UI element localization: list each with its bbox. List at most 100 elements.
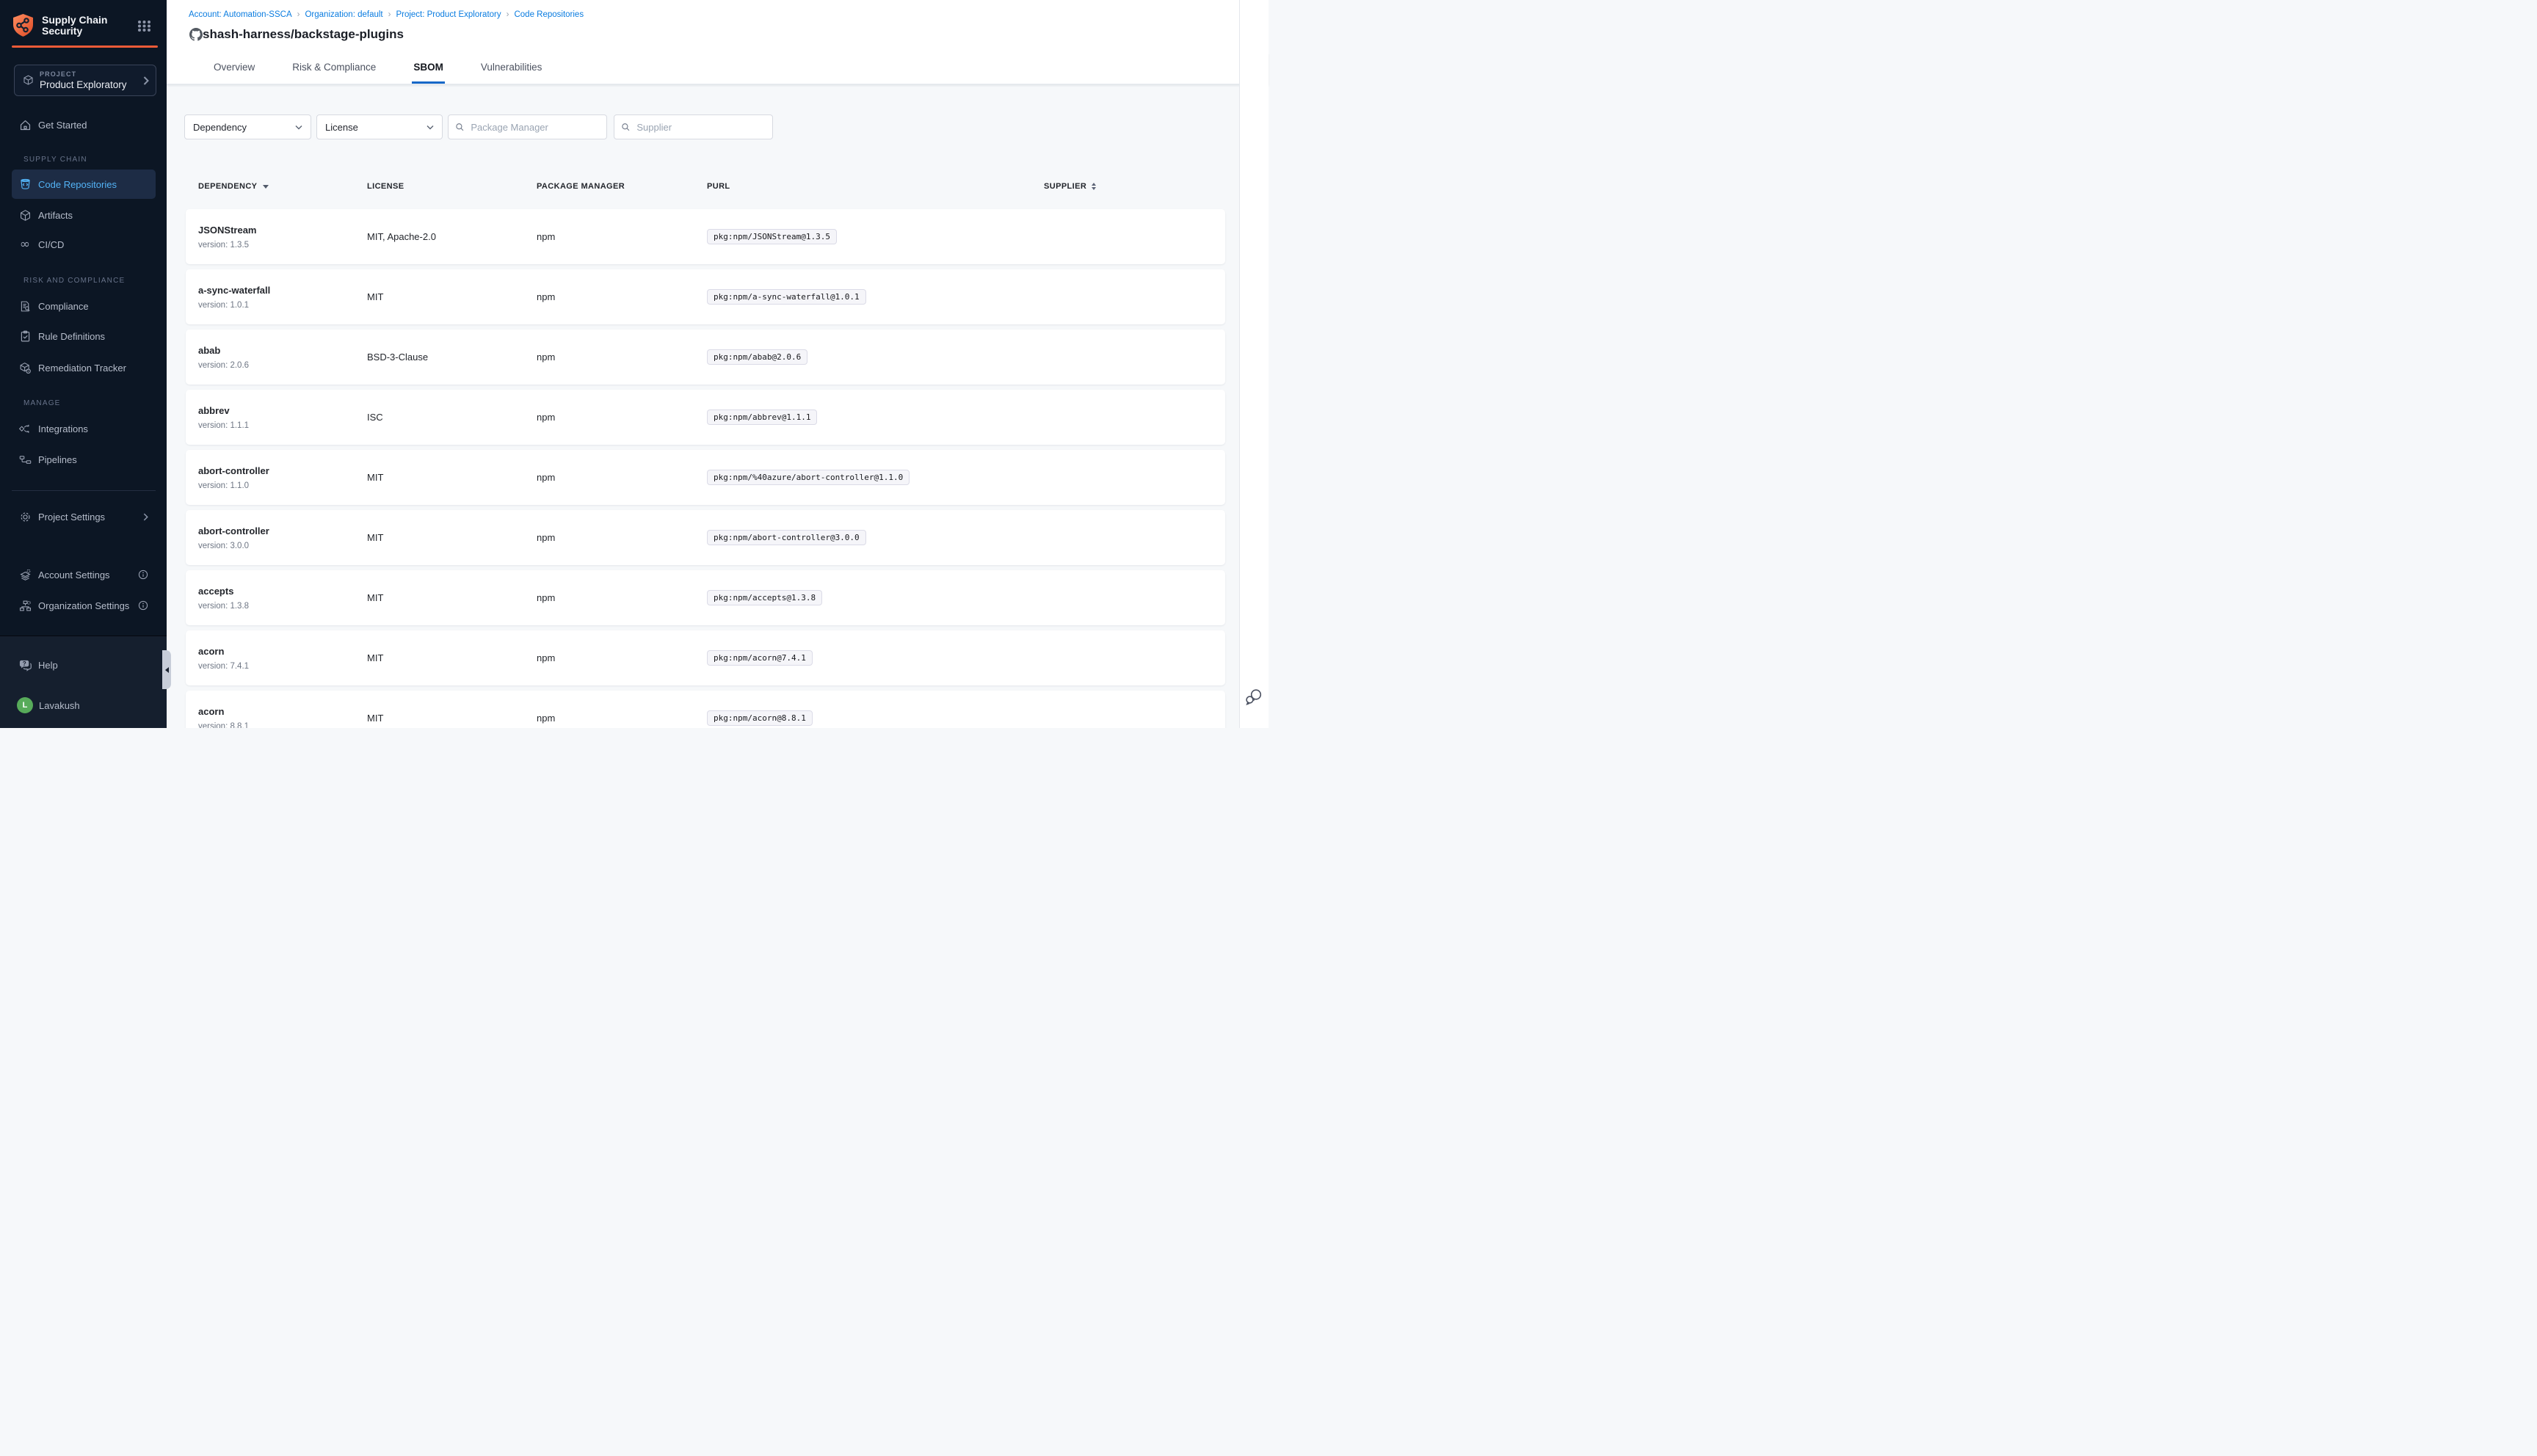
purl-cell: pkg:npm/abbrev@1.1.1 [707,410,1044,425]
package-manager-value: npm [537,592,707,603]
chevron-down-icon [295,125,302,130]
user-menu[interactable]: L Lavakush [12,691,156,720]
dependency-cell: JSONStream version: 1.3.5 [198,225,367,250]
dependency-version: version: 1.1.1 [198,421,367,430]
sidebar-item-label: Integrations [38,423,88,434]
supplier-search-input[interactable] [635,121,766,134]
app-logo: Supply Chain Security [12,13,107,37]
chevron-down-icon [427,125,434,130]
breadcrumb-project-link[interactable]: Project: Product Exploratory [396,10,501,19]
package-manager-search-input[interactable] [469,121,600,134]
purl-chip: pkg:npm/a-sync-waterfall@1.0.1 [707,289,866,305]
artifact-cube-icon [18,209,32,222]
dependency-version: version: 1.0.1 [198,301,367,310]
dependency-version: version: 7.4.1 [198,662,367,671]
package-manager-search[interactable] [448,114,607,139]
section-risk-and-compliance: RISK AND COMPLIANCE [23,277,125,285]
org-chart-gear-icon [18,600,32,612]
integrations-share-icon [18,423,32,435]
sidebar-item-project-settings[interactable]: Project Settings [12,502,156,531]
purl-chip: pkg:npm/abbrev@1.1.1 [707,410,817,425]
table-row[interactable]: abort-controller version: 3.0.0 MIT npm … [186,510,1225,565]
dependency-cell: accepts version: 1.3.8 [198,586,367,611]
sidebar-item-cicd[interactable]: ∞ CI/CD [12,230,156,259]
table-row[interactable]: a-sync-waterfall version: 1.0.1 MIT npm … [186,269,1225,324]
sidebar-item-pipelines[interactable]: Pipelines [12,445,156,474]
breadcrumb-separator: › [507,10,509,19]
dependency-version: version: 1.1.0 [198,481,367,490]
dependency-filter-label: Dependency [193,122,247,133]
breadcrumb-code-repositories-link[interactable]: Code Repositories [514,10,584,19]
dependency-name: abab [198,345,367,356]
sidebar-item-help[interactable]: ? Help [12,650,156,680]
sidebar-item-remediation-tracker[interactable]: Remediation Tracker [12,353,156,382]
sidebar-item-artifacts[interactable]: Artifacts [12,200,156,230]
tab-sbom[interactable]: SBOM [412,53,445,84]
sidebar-item-integrations[interactable]: Integrations [12,414,156,443]
purl-cell: pkg:npm/%40azure/abort-controller@1.1.0 [707,470,1044,485]
page-header: Account: Automation-SSCA › Organization:… [167,0,1268,54]
license-filter-dropdown[interactable]: License [316,114,443,139]
gear-icon [18,511,32,523]
column-label: PACKAGE MANAGER [537,182,625,191]
dependency-filter-dropdown[interactable]: Dependency [184,114,311,139]
breadcrumb-organization-link[interactable]: Organization: default [305,10,382,19]
column-header-supplier[interactable]: SUPPLIER [1044,182,1225,191]
project-cube-icon [22,74,35,87]
sidebar-collapse-handle[interactable] [162,650,171,689]
clipboard-check-icon [18,330,32,343]
table-row[interactable]: abab version: 2.0.6 BSD-3-Clause npm pkg… [186,330,1225,385]
tab-vulnerabilities[interactable]: Vulnerabilities [479,53,544,84]
sidebar-item-label: CI/CD [38,239,64,250]
tab-overview[interactable]: Overview [212,53,256,84]
sidebar-item-compliance[interactable]: Compliance [12,291,156,321]
sidebar-item-label: Remediation Tracker [38,363,126,374]
tab-risk-compliance[interactable]: Risk & Compliance [291,53,377,84]
dependency-name: acorn [198,646,367,657]
table-row[interactable]: abbrev version: 1.1.1 ISC npm pkg:npm/ab… [186,390,1225,445]
table-header: DEPENDENCY LICENSE PACKAGE MANAGER PURL … [186,182,1225,191]
pipelines-icon [18,454,32,466]
breadcrumb-separator: › [297,10,300,19]
column-header-package-manager: PACKAGE MANAGER [537,182,707,191]
dependency-name: acorn [198,706,367,717]
infinity-icon: ∞ [18,240,32,249]
license-value: MIT [367,652,537,663]
purl-cell: pkg:npm/acorn@7.4.1 [707,650,1044,666]
info-icon[interactable] [138,569,148,580]
layers-gear-icon [18,569,32,581]
table-row[interactable]: acorn version: 7.4.1 MIT npm pkg:npm/aco… [186,630,1225,685]
github-icon [189,28,203,41]
sidebar-item-account-settings[interactable]: Account Settings [12,560,156,589]
sidebar-item-code-repositories[interactable]: Code Repositories [12,170,156,199]
column-label: PURL [707,182,730,191]
chevron-right-icon [143,513,148,521]
sidebar-item-rule-definitions[interactable]: Rule Definitions [12,321,156,351]
table-row[interactable]: acorn version: 8.8.1 MIT npm pkg:npm/aco… [186,691,1225,728]
info-icon[interactable] [138,600,148,611]
table-row[interactable]: abort-controller version: 1.1.0 MIT npm … [186,450,1225,505]
package-manager-value: npm [537,231,707,242]
breadcrumb: Account: Automation-SSCA › Organization:… [189,10,584,19]
supplier-search[interactable] [614,114,773,139]
dependency-name: abort-controller [198,465,367,476]
sidebar: Supply Chain Security PROJECT Product Ex… [0,0,167,728]
sidebar-item-organization-settings[interactable]: Organization Settings [12,591,156,620]
app-launcher-grid-icon[interactable] [137,20,151,32]
purl-chip: pkg:npm/%40azure/abort-controller@1.1.0 [707,470,910,485]
chat-support-icon[interactable] [1244,688,1263,706]
supply-chain-security-shield-icon [12,13,35,37]
project-selector[interactable]: PROJECT Product Exploratory [14,65,156,96]
sidebar-item-label: Artifacts [38,210,73,221]
column-header-dependency[interactable]: DEPENDENCY [198,182,367,191]
dependency-cell: abbrev version: 1.1.1 [198,405,367,430]
sidebar-item-label: Code Repositories [38,179,117,190]
sidebar-item-get-started[interactable]: Get Started [12,110,156,139]
breadcrumb-account-link[interactable]: Account: Automation-SSCA [189,10,292,19]
column-label: SUPPLIER [1044,182,1086,191]
purl-cell: pkg:npm/accepts@1.3.8 [707,590,1044,605]
table-row[interactable]: JSONStream version: 1.3.5 MIT, Apache-2.… [186,209,1225,264]
search-icon [621,122,630,132]
table-row[interactable]: accepts version: 1.3.8 MIT npm pkg:npm/a… [186,570,1225,625]
repository-title-row: shash-harness/backstage-plugins [189,27,404,42]
